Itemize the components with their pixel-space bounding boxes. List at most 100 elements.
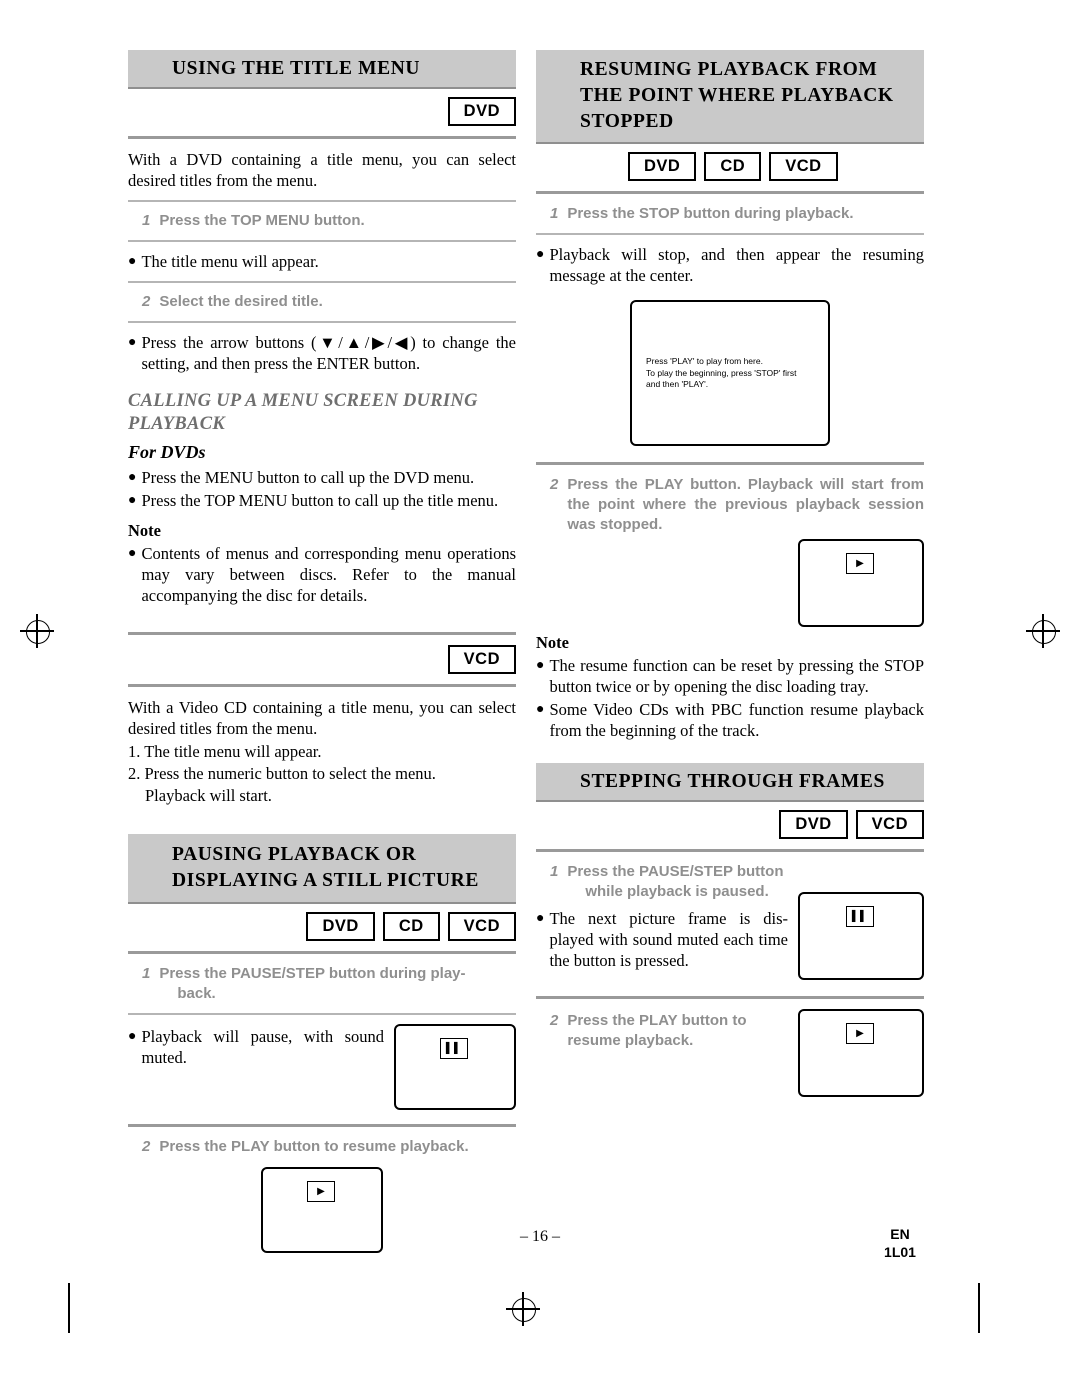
step-number: 2: [550, 476, 559, 493]
manual-page: USING THE TITLE MENU DVD With a DVD cont…: [0, 0, 1080, 1397]
bullet-text: Playback will pause, with sound muted.: [141, 1027, 384, 1067]
step-text: Press the PLAY button to resume playback…: [567, 1011, 788, 1051]
resume-message-line3: and then 'PLAY'.: [646, 379, 709, 389]
bullet-menu-button: ● Press the MENU button to call up the D…: [128, 467, 516, 488]
intro-text: With a DVD containing a title menu, you …: [128, 150, 516, 190]
play-icon: ▶: [307, 1181, 335, 1202]
vcd-list-item-2: 2. Press the numeric button to select th…: [128, 764, 436, 783]
bullet-dot-icon: ●: [536, 702, 545, 717]
bullet-text: Press the arrow buttons (▼/▲/▶/◀) to cha…: [141, 333, 516, 373]
tag-cd: CD: [382, 912, 440, 941]
bullet-note-contents: ● Contents of menus and corresponding me…: [128, 543, 516, 606]
media-tags-vcd: VCD: [128, 645, 516, 674]
media-tags-dvd-cd-vcd: DVD CD VCD: [128, 912, 516, 941]
bullet-arrow-buttons: ● Press the arrow buttons (▼/▲/▶/◀) to c…: [128, 332, 516, 374]
tv-screen-play: ▶: [798, 1009, 924, 1097]
step-text-line1: Press the PLAY button to: [567, 1012, 747, 1029]
step-text-line2: while playback is paused.: [585, 883, 769, 900]
step-2: 2 Press the PLAY button to resume playba…: [128, 1137, 516, 1157]
step-2: 2 Press the PLAY button to resume playba…: [536, 1011, 788, 1051]
subheading-calling-up-menu: CALLING UP A MENU SCREEN DURING PLAYBACK: [128, 391, 478, 434]
step-text: Press the STOP button during playback.: [567, 205, 854, 222]
media-tags-dvd: DVD: [128, 97, 516, 126]
tv-screen-resume-message: Press 'PLAY' to play from here. To play …: [630, 300, 830, 446]
tag-dvd: DVD: [306, 912, 375, 941]
divider: [128, 1013, 516, 1015]
frame-bullet-row: ● The next picture frame is dis-played w…: [536, 892, 924, 980]
step-1: 1 Press the STOP button during playback.: [536, 204, 924, 224]
bullet-title-menu-appear: ● The title menu will appear.: [128, 251, 516, 272]
pause-bullet-row: ● Playback will pause, with sound muted.…: [128, 1024, 516, 1110]
section-title-text: RESUMING PLAYBACK FROM THE POINT WHERE P…: [580, 59, 894, 132]
tag-vcd: VCD: [855, 810, 924, 839]
step-text-line1: Press the PAUSE/STEP button during play-: [159, 965, 466, 982]
bullet-dot-icon: ●: [536, 247, 545, 262]
divider: [536, 996, 924, 999]
divider: [536, 849, 924, 852]
media-tags-dvd-cd-vcd: DVD CD VCD: [536, 152, 924, 181]
divider: [536, 462, 924, 465]
note-label: Note: [536, 633, 569, 652]
pause-icon: ▌▌: [440, 1038, 468, 1059]
bullet-text: The title menu will appear.: [141, 252, 319, 271]
step-number: 1: [142, 212, 151, 229]
section-title-resuming-playback: RESUMING PLAYBACK FROM THE POINT WHERE P…: [536, 50, 924, 144]
step-number: 1: [142, 965, 151, 982]
resume-message-line1: Press 'PLAY' to play from here.: [646, 356, 763, 366]
step-number: 1: [550, 205, 559, 222]
bullet-playback-stop: ● Playback will stop, and then appear th…: [536, 244, 924, 286]
bullet-text: Some Video CDs with PBC function resume …: [549, 700, 924, 740]
tag-vcd: VCD: [447, 912, 516, 941]
divider: [128, 321, 516, 323]
footer-code: EN 1L01: [860, 1225, 940, 1261]
step-number: 2: [142, 293, 151, 310]
step-text-line2: resume playback.: [567, 1032, 694, 1049]
bullet-text: The resume function can be reset by pres…: [549, 656, 924, 696]
play-icon: ▶: [846, 553, 874, 574]
divider: [128, 684, 516, 687]
bullet-dot-icon: ●: [536, 911, 545, 926]
divider: [128, 1124, 516, 1127]
screen-container: ▶: [536, 539, 924, 627]
vcd-intro-text: With a Video CD containing a title menu,…: [128, 698, 516, 738]
subheading-for-dvds: For DVDs: [128, 442, 206, 462]
tag-vcd: VCD: [447, 645, 516, 674]
resume-message-line2: To play the beginning, press 'STOP' firs…: [646, 367, 797, 378]
step-text: Press the PLAY button to resume playback…: [159, 1138, 469, 1155]
bullet-text: Press the MENU button to call up the DVD…: [141, 468, 475, 487]
footer-doc-code: 1L01: [884, 1244, 916, 1260]
bullet-text: Contents of menus and corresponding menu…: [141, 544, 516, 605]
bullet-dot-icon: ●: [536, 658, 545, 673]
step-number: 2: [142, 1138, 151, 1155]
tv-screen-pause: ▌▌: [798, 892, 924, 980]
divider: [128, 281, 516, 283]
left-column: USING THE TITLE MENU DVD With a DVD cont…: [128, 50, 516, 1253]
bullet-dot-icon: ●: [128, 470, 137, 485]
tv-screen-play: ▶: [798, 539, 924, 627]
section-title-using-title-menu: USING THE TITLE MENU: [128, 50, 516, 89]
registration-circle-left: [26, 620, 50, 644]
step-text-line1: Press the PAUSE/STEP button: [567, 863, 784, 880]
bullet-text: Playback will stop, and then appear the …: [549, 245, 924, 285]
bullet-text: The next picture frame is dis-played wit…: [549, 909, 788, 970]
bullet-dot-icon: ●: [128, 1029, 137, 1044]
bullet-note-resume-reset: ● The resume function can be reset by pr…: [536, 655, 924, 697]
step2-row: 2 Press the PLAY button. Playback will s…: [536, 475, 924, 535]
divider: [536, 191, 924, 194]
divider: [128, 136, 516, 139]
vcd-list-item-1: 1. The title menu will appear.: [128, 742, 322, 761]
bullet-playback-pause: ● Playback will pause, with sound muted.: [128, 1026, 384, 1068]
step-text: Press the PLAY button. Playback will sta…: [567, 476, 924, 533]
media-tags-dvd-vcd: DVD VCD: [536, 810, 924, 839]
tag-cd: CD: [704, 152, 762, 181]
step-2: 2 Select the desired title.: [128, 292, 516, 312]
footer-lang: EN: [890, 1226, 910, 1242]
tag-dvd: DVD: [447, 97, 516, 126]
divider: [128, 632, 516, 635]
vcd-list-item-2-cont-text: Playback will start.: [145, 786, 272, 805]
step-text: Press the PAUSE/STEP button during play-…: [159, 964, 516, 1004]
step-number: 2: [550, 1012, 559, 1029]
step-text: Press the TOP MENU button.: [159, 212, 365, 229]
bullet-note-pbc: ● Some Video CDs with PBC function resum…: [536, 699, 924, 741]
step-1: 1 Press the PAUSE/STEP button during pla…: [128, 964, 516, 1004]
